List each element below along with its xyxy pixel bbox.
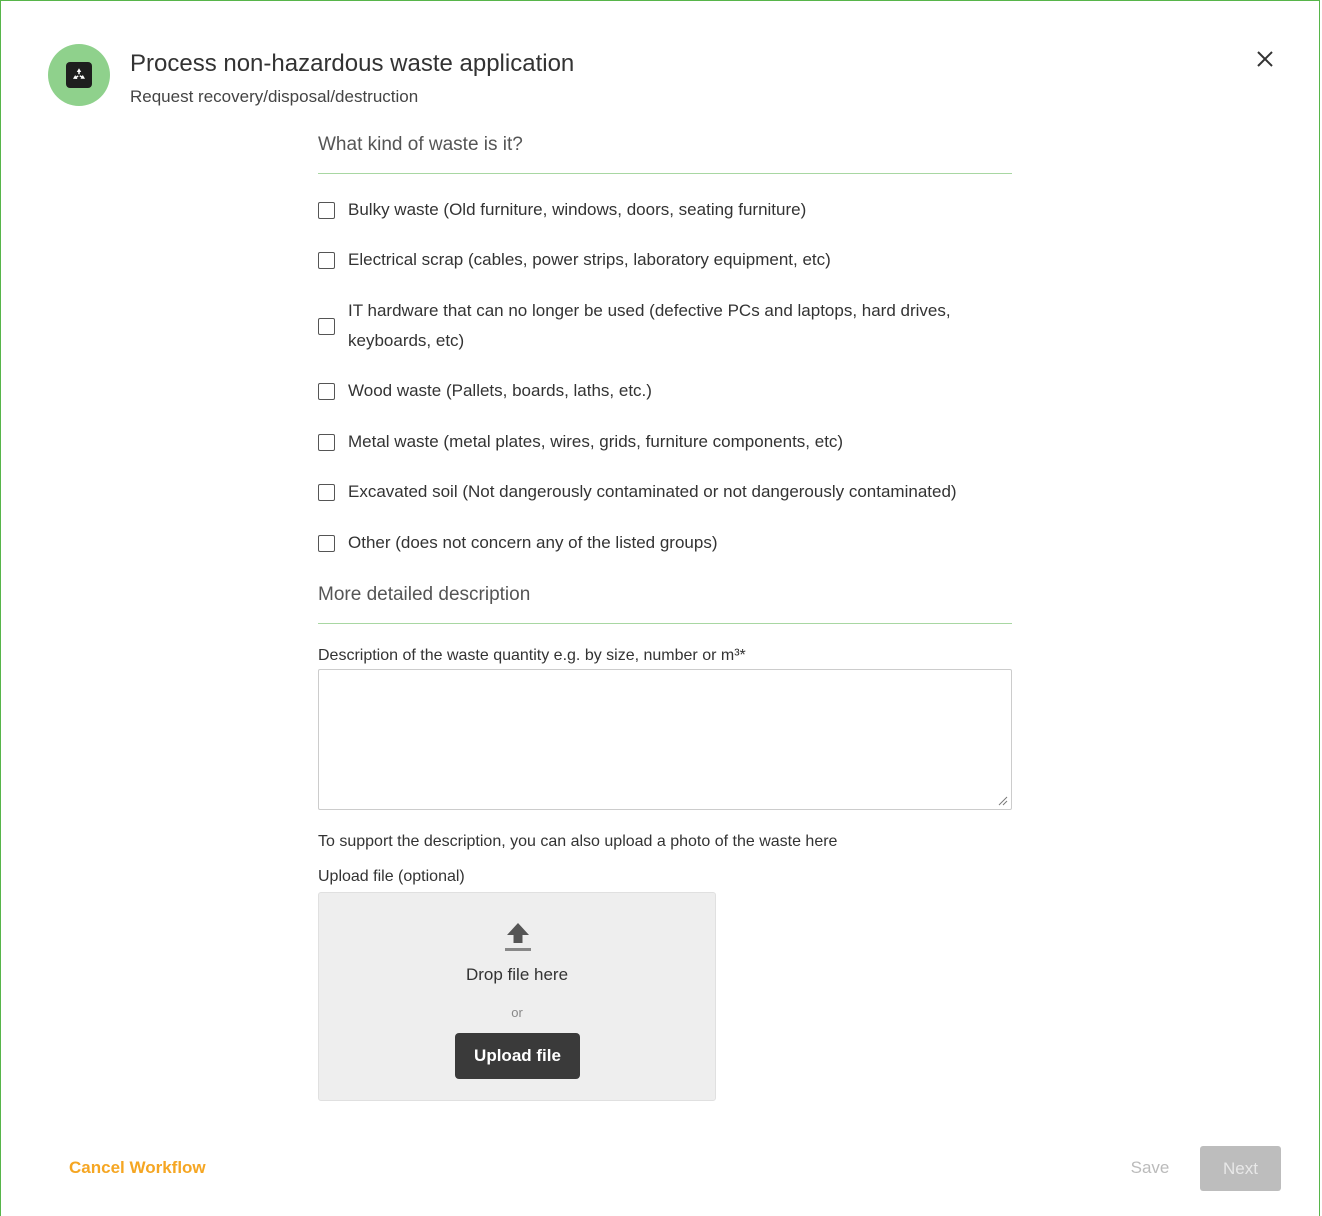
recycle-icon: [66, 62, 92, 88]
checkbox-row-wood[interactable]: Wood waste (Pallets, boards, laths, etc.…: [318, 376, 1012, 406]
checkbox[interactable]: [318, 483, 335, 501]
file-dropzone[interactable]: Drop file here or Upload file: [318, 892, 716, 1101]
checkbox-label: Electrical scrap (cables, power strips, …: [348, 250, 831, 269]
page-title: Process non-hazardous waste application: [130, 50, 575, 77]
quantity-label: Description of the waste quantity e.g. b…: [318, 647, 746, 664]
checkbox-row-it-hardware[interactable]: IT hardware that can no longer be used (…: [318, 296, 1012, 356]
checkbox-label: Other (does not concern any of the liste…: [348, 533, 718, 552]
checkbox-row-excavated-soil[interactable]: Excavated soil (Not dangerously contamin…: [318, 477, 1012, 507]
checkbox-row-bulky[interactable]: Bulky waste (Old furniture, windows, doo…: [318, 195, 1012, 225]
checkbox-label: Excavated soil (Not dangerously contamin…: [348, 482, 957, 501]
checkbox-label: Bulky waste (Old furniture, windows, doo…: [348, 200, 807, 219]
drop-file-text: Drop file here: [465, 965, 569, 984]
or-text: or: [511, 1005, 523, 1020]
header-avatar: [48, 44, 110, 106]
cancel-workflow-link[interactable]: Cancel Workflow: [69, 1158, 206, 1178]
section-heading-waste-kind: What kind of waste is it?: [318, 134, 1012, 174]
upload-icon: [505, 923, 531, 951]
close-icon: [1257, 51, 1273, 67]
checkbox[interactable]: [318, 251, 335, 269]
checkbox[interactable]: [318, 382, 335, 400]
checkbox[interactable]: [318, 534, 335, 552]
upload-label: Upload file (optional): [318, 868, 465, 885]
checkbox[interactable]: [318, 433, 335, 451]
photo-hint: To support the description, you can also…: [318, 833, 838, 850]
upload-file-button[interactable]: Upload file: [455, 1033, 580, 1079]
close-button[interactable]: [1250, 44, 1280, 74]
checkbox-label: Wood waste (Pallets, boards, laths, etc.…: [348, 381, 652, 400]
checkbox-row-metal[interactable]: Metal waste (metal plates, wires, grids,…: [318, 427, 1012, 457]
next-button[interactable]: Next: [1200, 1146, 1281, 1191]
quantity-textarea[interactable]: [318, 669, 1012, 810]
checkbox[interactable]: [318, 317, 335, 335]
checkbox-row-electrical[interactable]: Electrical scrap (cables, power strips, …: [318, 245, 1012, 275]
checkbox[interactable]: [318, 201, 335, 219]
checkbox-label: Metal waste (metal plates, wires, grids,…: [348, 432, 844, 451]
section-heading-description: More detailed description: [318, 584, 1012, 624]
checkbox-row-other[interactable]: Other (does not concern any of the liste…: [318, 528, 1012, 558]
resize-grip-icon[interactable]: [996, 794, 1008, 806]
page-subtitle: Request recovery/disposal/destruction: [130, 87, 419, 106]
checkbox-label: IT hardware that can no longer be used (…: [348, 301, 951, 350]
save-button[interactable]: Save: [1120, 1146, 1180, 1190]
